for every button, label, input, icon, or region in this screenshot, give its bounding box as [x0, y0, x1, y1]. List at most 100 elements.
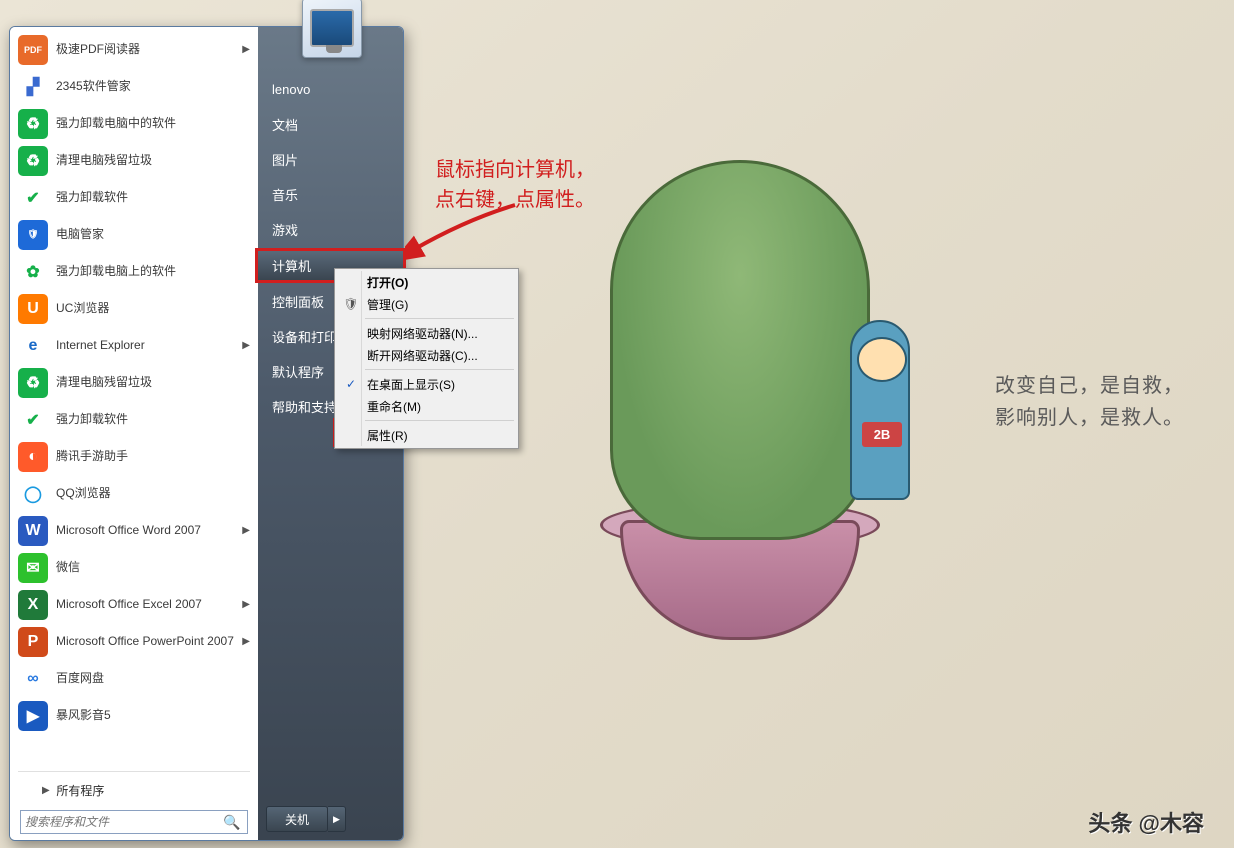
context-item[interactable]: 打开(O)	[337, 271, 516, 293]
program-label: Internet Explorer	[56, 338, 238, 352]
program-label: 强力卸载软件	[56, 190, 250, 204]
context-item[interactable]: 映射网络驱动器(N)...	[337, 322, 516, 344]
program-icon: ▶	[18, 701, 48, 731]
submenu-arrow-icon: ▶	[242, 599, 250, 610]
context-menu: 打开(O) 🛡 管理(G) 映射网络驱动器(N)... 断开网络驱动器(C)... ✓ 在桌…	[334, 268, 519, 449]
all-programs[interactable]: ▶ 所有程序	[12, 774, 256, 806]
places-item-音乐[interactable]: 音乐	[258, 177, 403, 212]
program-label: 强力卸载电脑中的软件	[56, 116, 250, 130]
context-item[interactable]: 断开网络驱动器(C)...	[337, 344, 516, 366]
shutdown-button[interactable]: 关机	[266, 806, 328, 832]
program-icon: ♻	[18, 368, 48, 398]
search-input-wrap[interactable]: 🔍	[20, 810, 248, 834]
monitor-icon	[310, 9, 354, 47]
start-menu-programs-panel: PDF 极速PDF阅读器 ▶ ▞ 2345软件管家 ♻ 强力卸载电脑中的软件 ♻ 清理电脑残留垃…	[10, 27, 258, 840]
shutdown-options-arrow[interactable]: ▶	[328, 806, 346, 832]
program-icon: ◐	[18, 442, 48, 472]
program-label: 微信	[56, 560, 250, 574]
program-item[interactable]: W Microsoft Office Word 2007 ▶	[12, 512, 256, 549]
watermark: 头条 @木容	[1088, 806, 1204, 838]
places-item-lenovo[interactable]: lenovo	[258, 72, 403, 107]
program-item[interactable]: P Microsoft Office PowerPoint 2007 ▶	[12, 623, 256, 660]
program-item[interactable]: ♻ 强力卸载电脑中的软件	[12, 105, 256, 142]
pencil-badge: 2B	[862, 422, 902, 447]
program-label: Microsoft Office PowerPoint 2007	[56, 634, 238, 648]
program-label: 强力卸载电脑上的软件	[56, 264, 250, 278]
submenu-arrow-icon: ▶	[242, 525, 250, 536]
context-item-label: 在桌面上显示(S)	[367, 376, 455, 393]
submenu-arrow-icon: ▶	[242, 44, 250, 55]
program-item[interactable]: ∞ 百度网盘	[12, 660, 256, 697]
program-label: Microsoft Office Word 2007	[56, 523, 238, 537]
program-item[interactable]: ♻ 清理电脑残留垃圾	[12, 364, 256, 401]
search-icon[interactable]: 🔍	[221, 814, 243, 831]
program-item[interactable]: ▶ 暴风影音5	[12, 697, 256, 734]
program-label: 电脑管家	[56, 227, 250, 241]
program-item[interactable]: U UC浏览器	[12, 290, 256, 327]
program-label: 腾讯手游助手	[56, 449, 250, 463]
context-item-icon: ✓	[342, 375, 360, 393]
user-picture[interactable]	[302, 0, 362, 58]
program-item[interactable]: 🛡 电脑管家	[12, 216, 256, 253]
program-icon: P	[18, 627, 48, 657]
program-icon: ✔	[18, 183, 48, 213]
program-label: 清理电脑残留垃圾	[56, 375, 250, 389]
program-item[interactable]: ▞ 2345软件管家	[12, 68, 256, 105]
context-item[interactable]: ✓ 在桌面上显示(S)	[337, 373, 516, 395]
context-item[interactable]: 重命名(M)	[337, 395, 516, 417]
context-item-icon: 🛡	[342, 295, 360, 313]
program-label: 百度网盘	[56, 671, 250, 685]
program-item[interactable]: ◐ 腾讯手游助手	[12, 438, 256, 475]
wallpaper-quote: 改变自己，是自救， 影响别人，是救人。	[995, 370, 1184, 434]
program-icon: e	[18, 331, 48, 361]
program-item[interactable]: ◯ QQ浏览器	[12, 475, 256, 512]
program-icon: W	[18, 516, 48, 546]
context-item-label: 重命名(M)	[367, 398, 421, 415]
program-icon: ∞	[18, 664, 48, 694]
program-icon: U	[18, 294, 48, 324]
program-label: QQ浏览器	[56, 486, 250, 500]
context-item-label: 管理(G)	[367, 296, 408, 313]
submenu-arrow-icon: ▶	[242, 636, 250, 647]
context-separator	[365, 318, 514, 319]
context-item-label: 映射网络驱动器(N)...	[367, 325, 478, 342]
program-label: 极速PDF阅读器	[56, 42, 238, 56]
program-icon: ✿	[18, 257, 48, 287]
places-item-图片[interactable]: 图片	[258, 142, 403, 177]
program-item[interactable]: ✉ 微信	[12, 549, 256, 586]
places-item-游戏[interactable]: 游戏	[258, 212, 403, 247]
context-item[interactable]: 属性(R)	[337, 424, 516, 446]
program-item[interactable]: e Internet Explorer ▶	[12, 327, 256, 364]
program-item[interactable]: X Microsoft Office Excel 2007 ▶	[12, 586, 256, 623]
program-item[interactable]: PDF 极速PDF阅读器 ▶	[12, 31, 256, 68]
caret-right-icon: ▶	[42, 785, 50, 796]
program-icon: ♻	[18, 146, 48, 176]
program-icon: 🛡	[18, 220, 48, 250]
program-label: 清理电脑残留垃圾	[56, 153, 250, 167]
program-icon: ♻	[18, 109, 48, 139]
program-label: 2345软件管家	[56, 79, 250, 93]
context-separator	[365, 369, 514, 370]
context-item-label: 断开网络驱动器(C)...	[367, 347, 478, 364]
program-label: UC浏览器	[56, 301, 250, 315]
program-item[interactable]: ♻ 清理电脑残留垃圾	[12, 142, 256, 179]
program-item[interactable]: ✔ 强力卸载软件	[12, 179, 256, 216]
program-icon: X	[18, 590, 48, 620]
program-icon: ▞	[18, 72, 48, 102]
search-input[interactable]	[25, 815, 221, 829]
program-label: Microsoft Office Excel 2007	[56, 597, 238, 611]
places-item-文档[interactable]: 文档	[258, 107, 403, 142]
all-programs-label: 所有程序	[56, 782, 104, 799]
program-item[interactable]: ✔强力卸载软件	[12, 401, 256, 438]
program-label: 暴风影音5	[56, 708, 250, 722]
program-label: 强力卸载软件	[56, 412, 250, 426]
annotation-text: 鼠标指向计算机， 点右键，点属性。	[435, 155, 595, 215]
context-item-label: 属性(R)	[367, 427, 408, 444]
program-icon: ◯	[18, 479, 48, 509]
program-icon: ✉	[18, 553, 48, 583]
context-item[interactable]: 🛡 管理(G)	[337, 293, 516, 315]
program-item[interactable]: ✿ 强力卸载电脑上的软件	[12, 253, 256, 290]
submenu-arrow-icon: ▶	[242, 340, 250, 351]
program-icon: PDF	[18, 35, 48, 65]
context-separator	[365, 420, 514, 421]
